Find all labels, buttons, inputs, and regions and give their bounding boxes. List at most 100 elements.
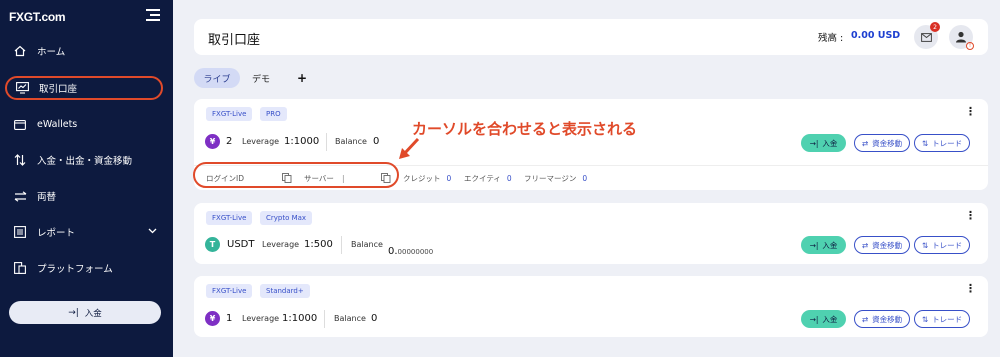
highlight-outline (193, 162, 399, 188)
transfer-button[interactable]: ⇄ 資金移動 (854, 236, 910, 254)
sidebar: FXGT.com ホーム 取引口座 eWallets 入金・出金・資金移動 両替 (0, 0, 173, 357)
login-arrow-icon: →| (809, 240, 819, 250)
wallet-icon (13, 117, 27, 131)
balance-main: 0. (388, 246, 398, 257)
user-alert-badge: ! (966, 42, 974, 50)
notification-button[interactable]: 2 (914, 22, 940, 49)
chevron-down-icon[interactable] (148, 226, 157, 237)
transfer-label: 資金移動 (872, 314, 903, 324)
sidebar-deposit-button[interactable]: →| 入金 (9, 301, 161, 324)
sidebar-item-deposit-withdraw[interactable]: 入金・出金・資金移動 (0, 148, 173, 172)
equity-info: エクイティ 0 (464, 173, 512, 184)
usdt-coin-icon: T (205, 237, 220, 252)
sidebar-item-label: 入金・出金・資金移動 (37, 156, 133, 167)
account-tag: FXGT-Live (206, 284, 253, 298)
login-arrow-icon: →| (809, 314, 819, 324)
more-options-icon[interactable]: ⋮ (965, 106, 976, 117)
yen-coin-icon: ¥ (205, 134, 220, 149)
equity-value: 0 (506, 174, 512, 183)
sidebar-item-reports[interactable]: レポート (0, 220, 173, 244)
more-options-icon[interactable]: ⋮ (965, 210, 976, 221)
header-bar: 取引口座 残高 : 0.00 USD 2 ! (194, 19, 988, 55)
fxgt-logo[interactable]: FXGT.com (9, 10, 66, 24)
credit-info: クレジット 0 (403, 173, 451, 184)
free-margin-value: 0 (582, 174, 588, 183)
account-tag: FXGT-Live (206, 107, 253, 121)
sidebar-item-label: 両替 (37, 192, 57, 203)
account-card: FXGT-Live Standard+ ⋮ ¥ 1 Leverage 1:100… (194, 276, 988, 337)
transfer-icon: ⇄ (861, 314, 869, 324)
account-tag: Standard+ (260, 284, 310, 298)
trade-label: トレード (932, 314, 963, 324)
sidebar-item-platform[interactable]: プラットフォーム (0, 256, 173, 280)
account-tag: FXGT-Live (206, 211, 253, 225)
more-options-icon[interactable]: ⋮ (965, 283, 976, 294)
trade-label: トレード (932, 138, 963, 148)
trade-button[interactable]: ⇅ トレード (914, 134, 970, 152)
sidebar-item-home[interactable]: ホーム (0, 39, 173, 63)
account-number: 1 (226, 313, 233, 324)
trade-button[interactable]: ⇅ トレード (914, 236, 970, 254)
sidebar-item-label: ホーム (37, 47, 66, 58)
transfer-button[interactable]: ⇄ 資金移動 (854, 134, 910, 152)
exchange-icon (13, 189, 27, 203)
transfer-label: 資金移動 (872, 240, 903, 250)
deposit-label: 入金 (822, 240, 838, 250)
chart-monitor-icon (15, 81, 29, 95)
balance-decimals: 00000000 (397, 248, 434, 256)
notification-badge: 2 (930, 22, 940, 32)
page-title: 取引口座 (208, 33, 261, 48)
menu-toggle-icon[interactable] (146, 9, 160, 21)
leverage-label: Leverage (262, 240, 300, 249)
leverage-value: 1:1000 (284, 136, 320, 147)
leverage-value: 1:1000 (282, 313, 318, 324)
account-currency: USDT (227, 239, 255, 250)
login-arrow-icon: →| (68, 307, 79, 318)
transfer-vertical-icon (13, 153, 27, 167)
sidebar-item-trading-accounts[interactable]: 取引口座 (5, 76, 163, 100)
tab-demo[interactable]: デモ (248, 68, 274, 88)
deposit-button[interactable]: →| 入金 (801, 310, 846, 328)
free-margin-label: フリーマージン (524, 174, 577, 183)
deposit-button[interactable]: →| 入金 (801, 236, 846, 254)
sidebar-deposit-label: 入金 (84, 308, 102, 319)
transfer-icon: ⇄ (861, 138, 869, 148)
annotation-text: カーソルを合わせると表示される (412, 120, 638, 138)
sidebar-item-ewallets[interactable]: eWallets (0, 112, 173, 136)
user-menu-button[interactable]: ! (949, 25, 974, 50)
account-tag: Crypto Max (260, 211, 313, 225)
sidebar-item-label: プラットフォーム (37, 264, 113, 275)
leverage-value: 1:500 (304, 239, 333, 250)
account-card: FXGT-Live Crypto Max ⋮ T USDT Leverage 1… (194, 203, 988, 264)
sidebar-item-label: 取引口座 (39, 84, 78, 95)
add-tab-button[interactable]: + (295, 68, 309, 88)
annotation-arrow-icon (399, 137, 420, 159)
sidebar-item-label: レポート (37, 228, 76, 239)
sidebar-item-label: eWallets (37, 118, 78, 130)
balance-label: Balance (351, 240, 383, 249)
equity-label: エクイティ (464, 174, 501, 183)
deposit-button[interactable]: →| 入金 (801, 134, 846, 152)
balance-label: 残高 : (818, 33, 844, 44)
credit-value: 0 (446, 174, 452, 183)
user-icon (956, 31, 966, 43)
balance-value: 0 (371, 313, 378, 324)
trade-icon: ⇅ (921, 240, 929, 250)
trade-icon: ⇅ (921, 138, 929, 148)
balance-label: Balance (335, 137, 367, 146)
balance-value: 0.00000000 (388, 239, 433, 258)
transfer-button[interactable]: ⇄ 資金移動 (854, 310, 910, 328)
tab-live[interactable]: ライブ (194, 68, 240, 88)
trade-button[interactable]: ⇅ トレード (914, 310, 970, 328)
sidebar-item-exchange[interactable]: 両替 (0, 184, 173, 208)
transfer-icon: ⇄ (861, 240, 869, 250)
divider (324, 310, 325, 328)
leverage-label: Leverage (242, 314, 280, 323)
account-tag: PRO (260, 107, 287, 121)
trade-label: トレード (932, 240, 963, 250)
report-icon (13, 225, 27, 239)
trade-icon: ⇅ (921, 314, 929, 324)
divider (326, 133, 327, 151)
login-arrow-icon: →| (809, 138, 819, 148)
leverage-label: Leverage (242, 137, 280, 146)
